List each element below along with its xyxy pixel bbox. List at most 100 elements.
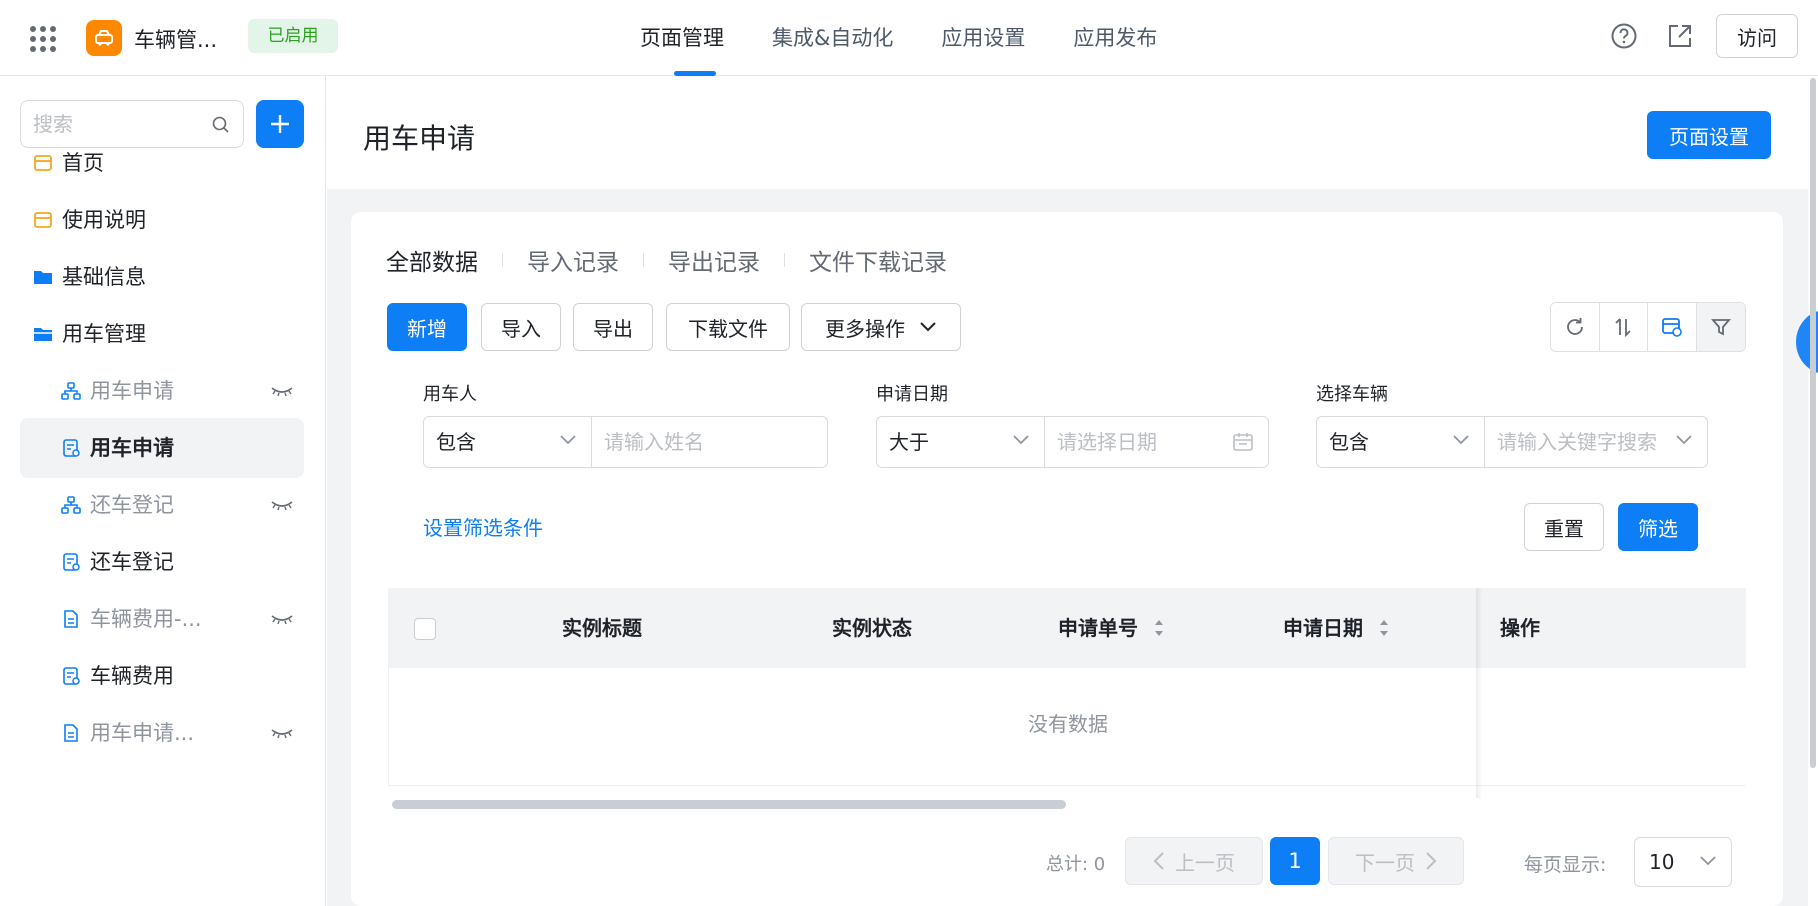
apply-filter-button[interactable]: 筛选 [1618,503,1698,551]
sort-button[interactable] [1599,303,1648,351]
total-count: 总计: 0 [1046,854,1106,875]
sidebar-item-label: 用车管理 [62,322,146,346]
sidebar-item-guide[interactable]: 使用说明 [20,190,304,250]
page-icon [34,212,52,228]
per-page-label: 每页显示: [1524,854,1607,876]
app-name: 车辆管... [134,28,218,52]
per-page-select[interactable]: 10 [1634,837,1732,887]
tab-page-management[interactable]: 页面管理 [640,0,724,76]
sidebar-item-vehicle-cost[interactable]: 车辆费用 [20,646,304,706]
page-header: 用车申请 页面设置 [327,77,1807,189]
sidebar-item-vehicle-management[interactable]: 用车管理 [20,304,304,364]
refresh-button[interactable] [1551,303,1600,351]
set-filter-conditions-link[interactable]: 设置筛选条件 [423,512,543,541]
next-page-button[interactable]: 下一页 [1328,837,1464,885]
page-title: 用车申请 [363,122,476,155]
tab-integration-automation[interactable]: 集成&自动化 [772,0,893,76]
sort-caret-icon[interactable] [1154,617,1164,639]
column-header-request-no[interactable]: 申请单号 [1058,588,1138,668]
filter-operator-select[interactable]: 大于 [877,417,1045,467]
filter-icon [1710,319,1731,336]
sidebar-item-vehicle-request-flow[interactable]: 用车申请 [20,361,304,421]
vehicle-input-placeholder: 请输入关键字搜索 [1497,430,1657,454]
external-link-icon[interactable] [1666,22,1694,50]
calendar-icon [1233,433,1253,451]
filter-label-user: 用车人 [423,384,477,405]
sidebar-item-home[interactable]: 首页 [20,133,304,193]
eye-closed-icon[interactable] [270,723,294,743]
reset-button[interactable]: 重置 [1524,503,1604,551]
sidebar-item-label: 车辆费用 [90,664,174,688]
add-button[interactable]: 新增 [387,303,467,351]
eye-closed-icon[interactable] [270,609,294,629]
data-table: 实例标题 实例状态 申请单号 申请日期 操作 没有数据 [388,588,1746,798]
prev-page-button[interactable]: 上一页 [1125,837,1263,885]
car-icon [86,20,122,56]
sidebar-item-label: 还车登记 [90,550,174,574]
name-input[interactable]: 请输入姓名 [592,417,827,467]
eye-closed-icon[interactable] [270,381,294,401]
sidebar-item-vehicle-request-report[interactable]: 用车申请... [20,703,304,763]
search-icon [212,116,229,133]
tab-download-records[interactable]: 文件下载记录 [809,243,947,277]
sidebar: 首页 使用说明 基础信息 用车管理 用车申请 用车申请 还车登记 还车登记 车辆… [0,76,326,906]
column-settings-button[interactable] [1648,303,1697,351]
tab-app-settings[interactable]: 应用设置 [941,0,1025,76]
sidebar-item-label: 用车申请 [90,436,174,460]
table-settings-icon [1661,318,1682,337]
flow-icon [61,496,81,514]
filter-operator-select[interactable]: 包含 [1317,417,1485,467]
page-settings-button[interactable]: 页面设置 [1647,111,1771,159]
eye-closed-icon[interactable] [270,495,294,515]
select-all-checkbox[interactable] [414,618,436,640]
column-header-request-date[interactable]: 申请日期 [1283,588,1363,668]
sidebar-item-label: 首页 [62,151,104,175]
sort-caret-icon[interactable] [1379,617,1389,639]
chevron-left-icon [1153,852,1164,870]
sort-icon [1615,318,1631,338]
download-file-button[interactable]: 下载文件 [666,303,790,351]
export-button[interactable]: 导出 [573,303,653,351]
tab-all-data[interactable]: 全部数据 [386,243,478,277]
refresh-icon [1566,318,1583,335]
tab-export-records[interactable]: 导出记录 [668,243,760,277]
sidebar-item-vehicle-request[interactable]: 用车申请 [20,418,304,478]
filter-label-date: 申请日期 [876,384,948,405]
chevron-down-icon [1013,435,1029,445]
sidebar-item-basic-info[interactable]: 基础信息 [20,247,304,307]
main-nav: 页面管理 集成&自动化 应用设置 应用发布 [640,0,1205,76]
date-picker-input[interactable]: 请选择日期 [1045,417,1268,467]
tab-app-publish[interactable]: 应用发布 [1073,0,1157,76]
tab-import-records[interactable]: 导入记录 [527,243,619,277]
form-icon [63,439,80,457]
more-actions-button[interactable]: 更多操作 [801,303,961,351]
page-number-button[interactable]: 1 [1270,837,1320,885]
tab-divider [502,253,503,267]
tab-divider [784,253,785,267]
sidebar-item-vehicle-return[interactable]: 还车登记 [20,532,304,592]
filter-user: 包含 请输入姓名 [423,416,828,468]
prev-page-label: 上一页 [1175,850,1235,875]
filter-toggle-button[interactable] [1696,303,1745,351]
sidebar-item-label: 用车申请 [90,379,174,403]
app-grid-icon[interactable] [30,26,56,52]
visit-button[interactable]: 访问 [1716,14,1798,58]
chevron-down-icon [920,322,936,332]
folder-open-icon [34,328,52,341]
column-header-status[interactable]: 实例状态 [832,588,912,668]
help-icon[interactable] [1610,22,1638,50]
sidebar-item-vehicle-cost-report[interactable]: 车辆费用-... [20,589,304,649]
name-input-placeholder: 请输入姓名 [604,430,704,454]
vertical-scrollbar[interactable] [1810,78,1816,768]
form-icon [63,553,80,571]
horizontal-scrollbar[interactable] [392,800,1066,809]
sidebar-item-vehicle-return-flow[interactable]: 还车登记 [20,475,304,535]
filter-operator-select[interactable]: 包含 [424,417,592,467]
vehicle-search-select[interactable]: 请输入关键字搜索 [1485,417,1707,467]
column-header-title[interactable]: 实例标题 [562,588,642,668]
doc-icon [64,724,78,742]
filter-label-vehicle: 选择车辆 [1316,384,1388,405]
filter-operator-value: 包含 [1329,430,1369,454]
status-badge: 已启用 [248,19,338,53]
import-button[interactable]: 导入 [481,303,561,351]
